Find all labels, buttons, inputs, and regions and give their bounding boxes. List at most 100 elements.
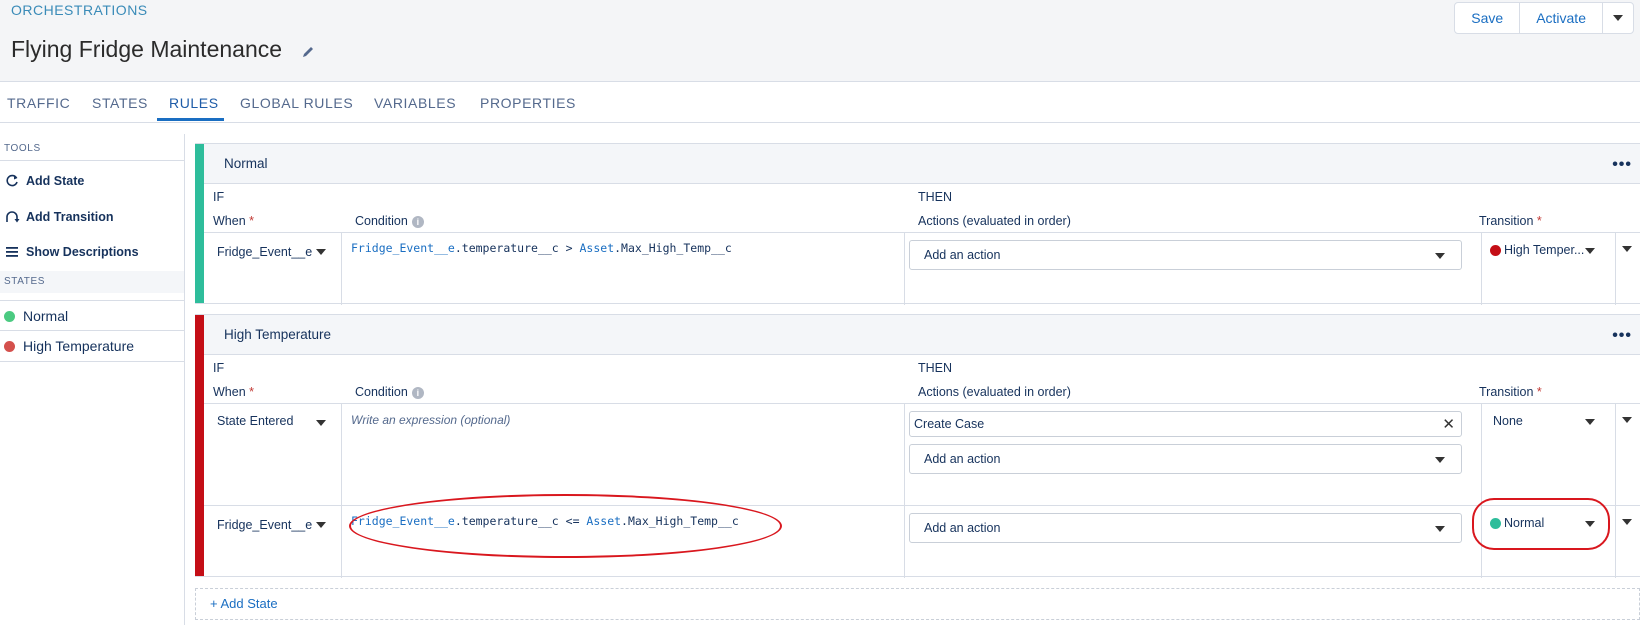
when-select[interactable]: State Entered [217,414,293,428]
column-divider [1615,404,1616,506]
transition-select[interactable]: High Temper... [1490,243,1584,257]
more-options-icon[interactable]: ••• [1612,156,1632,174]
chevron-down-icon[interactable] [1585,248,1595,254]
transition-label: Transition [1479,214,1534,228]
tab-traffic[interactable]: TRAFFIC [7,95,70,111]
add-state-area[interactable]: + Add State [195,588,1640,620]
actions-header: Actions (evaluated in order) [918,214,1071,228]
condition-field: .Max_High_Temp__c [614,241,732,255]
column-divider [1481,404,1482,506]
show-descriptions-tool[interactable]: Show Descriptions [4,244,139,260]
required-marker: * [249,385,255,399]
tab-states[interactable]: STATES [92,95,148,111]
add-action-select[interactable]: Add an action [909,240,1462,270]
transition-select[interactable]: None [1493,414,1523,428]
when-select[interactable]: Fridge_Event__e [217,518,312,532]
actions-header: Actions (evaluated in order) [918,385,1071,399]
state-color-dot [1490,517,1501,529]
divider [0,361,184,362]
required-marker: * [1536,214,1542,228]
add-state-tool[interactable]: Add State [4,173,84,189]
page-title: Flying Fridge Maintenance [11,36,283,62]
tool-label: Add Transition [26,210,114,224]
sidebar-state-high-temperature[interactable]: High Temperature [4,338,134,354]
chevron-down-icon[interactable] [316,420,326,426]
divider [0,300,184,301]
add-action-select[interactable]: Add an action [909,444,1462,474]
pencil-icon[interactable] [300,44,316,60]
condition-operator: <= [558,514,587,528]
tool-label: Show Descriptions [26,245,139,259]
save-button[interactable]: Save [1455,3,1521,33]
rule-row: Fridge_Event__e Fridge_Event__e.temperat… [204,232,1640,305]
action-chip-label: Create Case [914,417,985,431]
condition-operator: > [558,241,580,255]
condition-expression[interactable]: Fridge_Event__e.temperature__c > Asset.M… [351,241,732,255]
column-divider [904,404,905,506]
tab-properties[interactable]: PROPERTIES [480,95,576,111]
required-marker: * [1536,385,1542,399]
close-icon[interactable]: ✕ [1442,415,1455,433]
then-label: THEN [918,361,953,375]
add-state-link[interactable]: + Add State [210,596,278,611]
condition-input[interactable]: Write an expression (optional) [351,413,510,427]
action-chip-create-case[interactable]: Create Case ✕ [909,411,1462,437]
chevron-down-icon [1435,457,1445,463]
info-icon[interactable]: i [411,215,424,228]
transition-select[interactable]: Normal [1490,516,1544,530]
tab-variables[interactable]: VARIABLES [374,95,456,111]
card-title: Normal [224,156,268,171]
chevron-down-icon[interactable] [316,522,326,528]
active-tab-indicator [157,118,224,121]
chevron-down-icon [1435,526,1445,532]
then-label: THEN [918,190,953,204]
tab-global-rules[interactable]: GLOBAL RULES [240,95,353,111]
when-label: When [213,214,246,228]
state-color-bar [195,144,204,303]
column-divider [904,233,905,305]
column-divider [341,506,342,578]
chevron-down-icon[interactable] [1585,521,1595,527]
transition-label: Transition [1479,385,1534,399]
breadcrumb[interactable]: ORCHESTRATIONS [11,2,148,18]
state-color-dot [4,310,15,322]
condition-expression[interactable]: Fridge_Event__e.temperature__c <= Asset.… [351,514,739,528]
condition-header: Condition i [355,214,424,228]
row-menu-icon[interactable] [1622,519,1632,525]
add-action-label: Add an action [924,521,1001,535]
condition-object: Fridge_Event__e [351,241,455,255]
if-label: IF [213,361,225,375]
condition-field: .Max_High_Temp__c [621,514,739,528]
tab-bar: TRAFFIC STATES RULES GLOBAL RULES VARIAB… [0,83,1640,123]
column-divider [1615,506,1616,578]
tab-rules[interactable]: RULES [169,95,219,111]
add-action-select[interactable]: Add an action [909,513,1462,543]
more-actions-dropdown[interactable] [1603,3,1633,33]
row-menu-icon[interactable] [1622,417,1632,423]
transition-header: Transition * [1479,385,1542,399]
info-icon[interactable]: i [411,386,424,399]
condition-field: .temperature__c [454,514,559,528]
add-transition-tool[interactable]: Add Transition [4,209,114,225]
when-header: When * [213,385,254,399]
required-marker: * [249,214,255,228]
state-card-normal: Normal ••• IF THEN When * Condition i Act… [195,143,1640,305]
when-select[interactable]: Fridge_Event__e [217,245,312,259]
chevron-down-icon [1613,15,1623,21]
column-divider [341,404,342,506]
card-title: High Temperature [224,327,332,342]
transition-value: None [1493,414,1523,428]
chevron-down-icon[interactable] [1585,419,1595,425]
more-options-icon[interactable]: ••• [1612,327,1632,345]
sidebar: TOOLS Add State Add Transition Show Desc… [0,134,185,625]
sidebar-state-normal[interactable]: Normal [4,308,68,324]
tool-label: Add State [26,174,85,188]
column-divider [904,506,905,578]
page-header: ORCHESTRATIONS Flying Fridge Maintenance… [0,0,1640,82]
tools-heading: TOOLS [4,143,41,154]
chevron-down-icon[interactable] [316,249,326,255]
row-menu-icon[interactable] [1622,246,1632,252]
card-header: Normal ••• [204,144,1640,184]
activate-button[interactable]: Activate [1520,3,1603,33]
transition-value: High Temper... [1504,243,1585,257]
